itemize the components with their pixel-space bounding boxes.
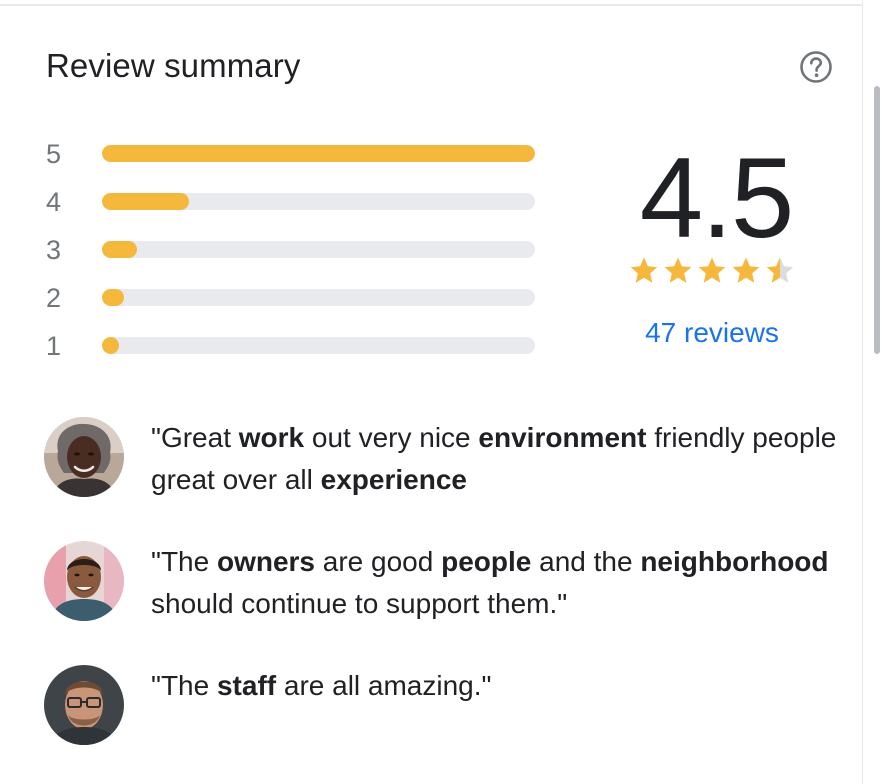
distribution-row-5[interactable]: 5: [44, 130, 544, 178]
distribution-star-label: 1: [46, 331, 62, 361]
distribution-row-2[interactable]: 2: [44, 274, 544, 322]
distribution-bar-fill: [102, 145, 535, 162]
distribution-row-3[interactable]: 3: [44, 226, 544, 274]
review-snippet-text: "Great work out very nice environment fr…: [151, 417, 841, 501]
distribution-bar-track: [102, 337, 535, 354]
distribution-row-4[interactable]: 4: [44, 178, 544, 226]
review-snippet-text: "The staff are all amazing.": [151, 665, 841, 707]
distribution-bar-track: [102, 289, 535, 306]
scrollbar-thumb[interactable]: [874, 86, 880, 354]
snippet-text-part: and the: [531, 546, 641, 577]
snippet-text-part: "The: [151, 670, 217, 701]
star-icon: [730, 255, 762, 285]
help-circle-icon[interactable]: [799, 50, 833, 84]
snippet-text-part: are all amazing.": [276, 670, 492, 701]
highlight-keyword: staff: [216, 670, 277, 701]
distribution-bar-fill: [102, 241, 137, 258]
star-icon: [628, 255, 660, 285]
reviewer-avatar-3[interactable]: [44, 665, 124, 745]
highlight-keyword: people: [441, 546, 532, 577]
highlight-keyword: owners: [216, 546, 315, 577]
distribution-bar-track: [102, 241, 535, 258]
snippet-text-part: are good: [315, 546, 442, 577]
review-snippet-text: "The owners are good people and the neig…: [151, 541, 841, 625]
highlight-keyword: environment: [478, 422, 647, 453]
snippet-text-part: "Great: [151, 422, 239, 453]
distribution-bar-track: [102, 145, 535, 162]
snippet-text-part: out very nice: [304, 422, 479, 453]
distribution-row-1[interactable]: 1: [44, 322, 544, 370]
average-rating: 4.5: [639, 135, 794, 262]
review-summary-panel: Review summary 5 4 3 2 1 4.5 47 reviews …: [0, 0, 862, 784]
reviewer-avatar-2[interactable]: [44, 541, 124, 621]
distribution-bar-fill: [102, 289, 124, 306]
snippet-text-part: should continue to support them.": [151, 588, 568, 619]
reviews-count-link[interactable]: 47 reviews: [612, 315, 812, 351]
reviewer-avatar-1[interactable]: [44, 417, 124, 497]
highlight-keyword: neighborhood: [640, 546, 829, 577]
distribution-star-label: 5: [46, 139, 62, 169]
distribution-star-label: 4: [46, 187, 62, 217]
highlight-keyword: experience: [320, 464, 467, 495]
distribution-star-label: 2: [46, 283, 62, 313]
divider: [0, 4, 862, 6]
star-icon: [696, 255, 728, 285]
distribution-bar-fill: [102, 337, 119, 354]
distribution-bar-track: [102, 193, 535, 210]
star-icon: [764, 255, 796, 285]
highlight-keyword: work: [238, 422, 305, 453]
section-title: Review summary: [46, 47, 301, 84]
snippet-text-part: "The: [151, 546, 217, 577]
distribution-star-label: 3: [46, 235, 62, 265]
star-icon: [662, 255, 694, 285]
star-rating: [628, 255, 798, 287]
distribution-bar-fill: [102, 193, 189, 210]
